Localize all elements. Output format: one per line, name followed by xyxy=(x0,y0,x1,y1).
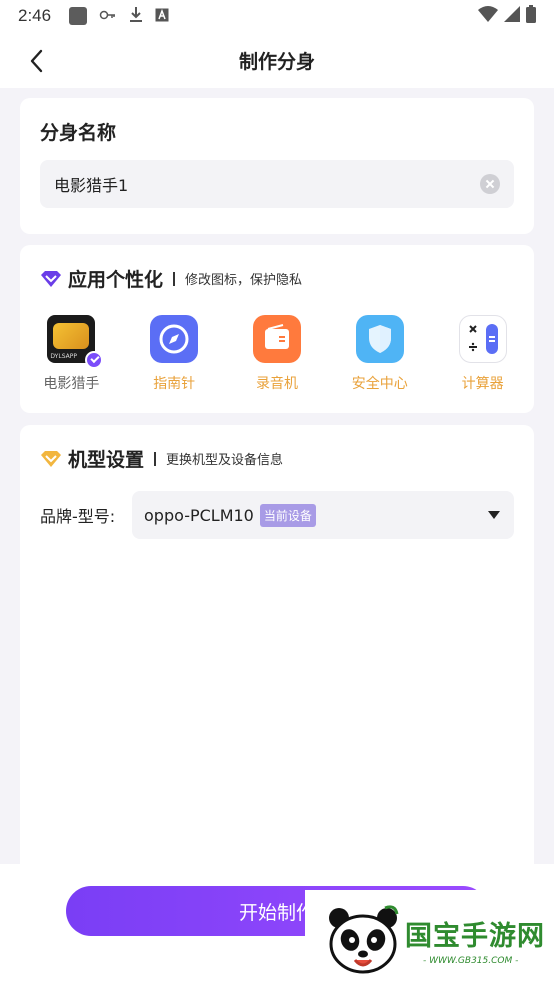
movie-hunter-icon-text: DYLSAPP xyxy=(50,353,77,360)
model-settings-header: 机型设置 更换机型及设备信息 xyxy=(40,445,283,472)
movie-hunter-icon: DYLSAPP xyxy=(47,315,104,369)
brand-model-label: 品牌-型号: xyxy=(40,507,116,526)
app-option-label: 安全中心 xyxy=(351,376,408,392)
dropdown-arrow-icon xyxy=(488,511,500,519)
status-time: 2:46 xyxy=(18,6,52,25)
app-icon-list: DYLSAPP 电影猎手 指南针 录音机 安全中心 计算器 xyxy=(20,315,534,393)
compass-icon xyxy=(150,315,199,363)
app-option-recorder[interactable]: 录音机 xyxy=(232,315,322,393)
wifi-icon xyxy=(478,6,498,26)
brand-model-value: oppo-PCLM10 xyxy=(144,505,254,525)
clear-icon[interactable] xyxy=(480,174,500,194)
divider xyxy=(173,271,176,286)
model-settings-subtitle: 更换机型及设备信息 xyxy=(166,453,284,468)
battery-icon xyxy=(526,5,536,27)
app-option-label: 录音机 xyxy=(255,376,298,392)
shield-icon xyxy=(355,315,404,363)
diamond-icon xyxy=(41,270,61,287)
clone-name-title: 分身名称 xyxy=(40,122,117,144)
status-bar: 2:46 xyxy=(0,0,554,32)
clone-name-card: 分身名称 电影猎手1 xyxy=(20,98,534,234)
clone-name-input[interactable]: 电影猎手1 xyxy=(40,160,514,208)
download-icon xyxy=(129,6,143,26)
recorder-icon xyxy=(252,315,301,363)
personalization-title: 应用个性化 xyxy=(68,269,164,291)
back-button[interactable] xyxy=(22,46,52,76)
model-settings-card: 机型设置 更换机型及设备信息 品牌-型号: oppo-PCLM10 当前设备 xyxy=(20,425,534,885)
app-option-label: 电影猎手 xyxy=(43,376,100,392)
app-option-label: 指南针 xyxy=(153,376,196,392)
model-settings-title: 机型设置 xyxy=(68,449,145,471)
clone-name-value: 电影猎手1 xyxy=(54,176,129,195)
chevron-left-icon xyxy=(30,49,43,73)
watermark: 国宝手游网 - WWW.GB315.COM - xyxy=(305,890,554,984)
gem-icon xyxy=(41,450,61,467)
brand-model-row: 品牌-型号: oppo-PCLM10 当前设备 xyxy=(40,491,514,539)
watermark-url: - WWW.GB315.COM - xyxy=(423,956,519,966)
personalization-subtitle: 修改图标，保护隐私 xyxy=(185,273,303,288)
panda-logo-icon xyxy=(329,905,399,974)
key-icon xyxy=(99,7,117,26)
check-icon xyxy=(85,351,104,369)
a-icon xyxy=(155,7,169,26)
signal-icon xyxy=(504,6,520,26)
app-option-movie-hunter[interactable]: DYLSAPP 电影猎手 xyxy=(26,315,116,393)
divider xyxy=(154,451,157,466)
app-header: 制作分身 xyxy=(0,32,554,88)
brand-model-select[interactable]: oppo-PCLM10 当前设备 xyxy=(132,491,514,539)
app-option-security-center[interactable]: 安全中心 xyxy=(335,315,425,393)
page-title: 制作分身 xyxy=(238,50,315,73)
app-option-calculator[interactable]: 计算器 xyxy=(438,315,528,393)
square-icon xyxy=(69,7,88,25)
personalization-header: 应用个性化 修改图标，保护隐私 xyxy=(40,265,302,292)
watermark-text: 国宝手游网 xyxy=(405,921,545,952)
current-device-badge: 当前设备 xyxy=(259,503,316,527)
calculator-icon xyxy=(458,315,507,363)
app-option-compass[interactable]: 指南针 xyxy=(129,315,219,393)
app-option-label: 计算器 xyxy=(461,376,504,392)
personalization-card: 应用个性化 修改图标，保护隐私 DYLSAPP 电影猎手 指南针 录音机 安全中… xyxy=(20,245,534,413)
